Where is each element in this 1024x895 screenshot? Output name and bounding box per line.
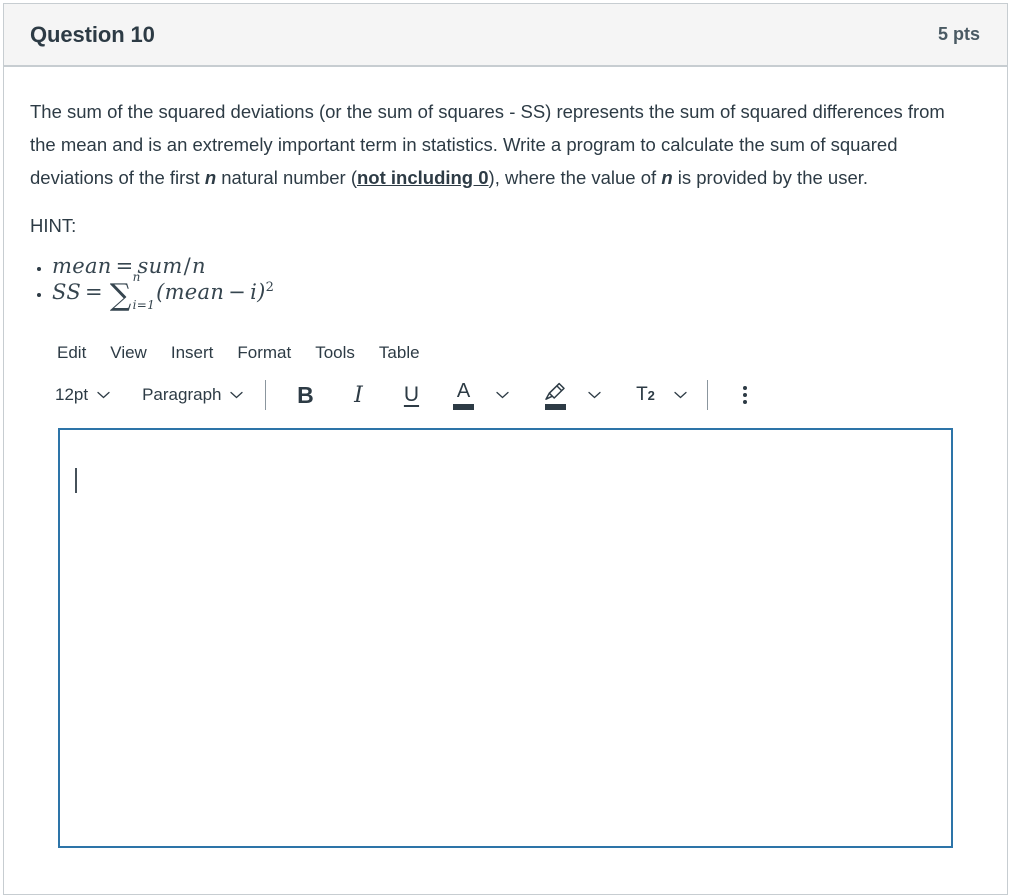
chevron-down-icon xyxy=(674,392,687,399)
editor-toolbar: 12pt Paragraph B I U A T 2 xyxy=(30,370,981,420)
chevron-down-icon xyxy=(496,392,509,399)
chevron-down-icon xyxy=(97,392,110,399)
mean-formula-slash: / xyxy=(183,254,192,278)
chevron-down-icon xyxy=(588,392,601,399)
menu-item-edit[interactable]: Edit xyxy=(45,339,98,367)
highlighter-icon xyxy=(545,383,566,401)
menu-item-view[interactable]: View xyxy=(98,339,159,367)
ss-formula-exponent: 2 xyxy=(265,280,275,295)
mean-formula-lhs: mean xyxy=(52,254,112,278)
mean-formula-denominator: n xyxy=(192,254,206,278)
question-header: Question 10 5 pts xyxy=(4,4,1007,67)
underline-button[interactable]: U xyxy=(394,378,428,412)
italic-button[interactable]: I xyxy=(341,378,375,412)
block-format-dropdown[interactable]: Paragraph xyxy=(133,379,252,411)
prompt-emphasis-n-first: n xyxy=(204,167,217,188)
question-points-badge: 5 pts xyxy=(937,24,980,44)
text-caret xyxy=(75,468,77,494)
highlight-color-button[interactable] xyxy=(538,376,572,414)
ss-formula-lhs: SS xyxy=(52,280,82,304)
toolbar-divider xyxy=(707,380,709,411)
summation-upper-limit: n xyxy=(132,270,141,285)
ss-formula-minus: − xyxy=(228,280,247,304)
answer-editor-textarea[interactable] xyxy=(58,428,953,849)
menu-item-table[interactable]: Table xyxy=(367,339,432,367)
toolbar-divider xyxy=(265,380,267,411)
kebab-dot xyxy=(743,393,748,398)
editor-menubar: Edit View Insert Format Tools Table xyxy=(30,336,981,370)
block-format-value: Paragraph xyxy=(142,385,222,405)
prompt-text-part-2: natural number ( xyxy=(216,167,357,188)
highlight-color-dropdown-button[interactable] xyxy=(580,378,608,412)
text-color-dropdown-button[interactable] xyxy=(488,378,516,412)
menu-item-tools[interactable]: Tools xyxy=(303,339,367,367)
font-size-value: 12pt xyxy=(55,385,89,405)
menu-item-insert[interactable]: Insert xyxy=(159,339,226,367)
sigma-icon: ∑ xyxy=(109,278,132,314)
chevron-down-icon xyxy=(230,392,244,399)
superscript-dropdown-button[interactable] xyxy=(666,378,694,412)
ss-formula: SS = ∑ n i=1 (mean − i)2 xyxy=(52,271,275,311)
ss-formula-close-paren: ) xyxy=(257,280,266,304)
question-prompt: The sum of the squared deviations (or th… xyxy=(30,95,975,194)
list-item: mean=sum/n xyxy=(52,254,981,278)
prompt-emphasis-n-second: n xyxy=(661,167,673,188)
hint-formula-list: mean=sum/n SS=∑ni=1(mean−i)2 xyxy=(30,254,981,311)
kebab-dot xyxy=(743,386,748,391)
list-item: SS=∑ni=1(mean−i)2 xyxy=(52,271,981,311)
question-body: The sum of the squared deviations (or th… xyxy=(4,67,1007,849)
question-card: Question 10 5 pts The sum of the squared… xyxy=(3,3,1008,895)
ss-formula-equals: = xyxy=(85,280,103,304)
page-title: Question 10 xyxy=(30,21,155,47)
prompt-text-part-4: is provided by the user. xyxy=(672,167,869,188)
highlight-color-swatch xyxy=(544,404,566,411)
summation-limits: n i=1 xyxy=(133,271,155,311)
summation-operator: ∑ n i=1 xyxy=(109,271,155,314)
prompt-text-part-3: ), where the value of xyxy=(488,167,662,188)
kebab-dot xyxy=(743,400,748,405)
mean-formula: mean = sum/n xyxy=(52,254,206,278)
bold-button[interactable]: B xyxy=(288,378,322,412)
prompt-underlined-note: not including 0 xyxy=(357,167,489,188)
ss-formula-open-paren: ( xyxy=(156,280,165,304)
more-options-icon[interactable] xyxy=(731,378,759,412)
text-color-button[interactable]: A xyxy=(446,376,480,414)
summation-lower-limit: i=1 xyxy=(132,298,156,313)
hint-label: HINT: xyxy=(30,215,77,236)
font-size-dropdown[interactable]: 12pt xyxy=(46,379,119,411)
text-color-icon: A xyxy=(456,380,471,403)
superscript-base-label: T xyxy=(636,384,648,406)
superscript-exponent-label: 2 xyxy=(647,387,655,403)
superscript-button[interactable]: T2 xyxy=(628,378,662,412)
rich-content-editor: Edit View Insert Format Tools Table 12pt… xyxy=(30,336,981,849)
ss-formula-term-mean: mean xyxy=(164,280,225,304)
text-color-swatch xyxy=(452,404,474,411)
menu-item-format[interactable]: Format xyxy=(225,339,303,367)
